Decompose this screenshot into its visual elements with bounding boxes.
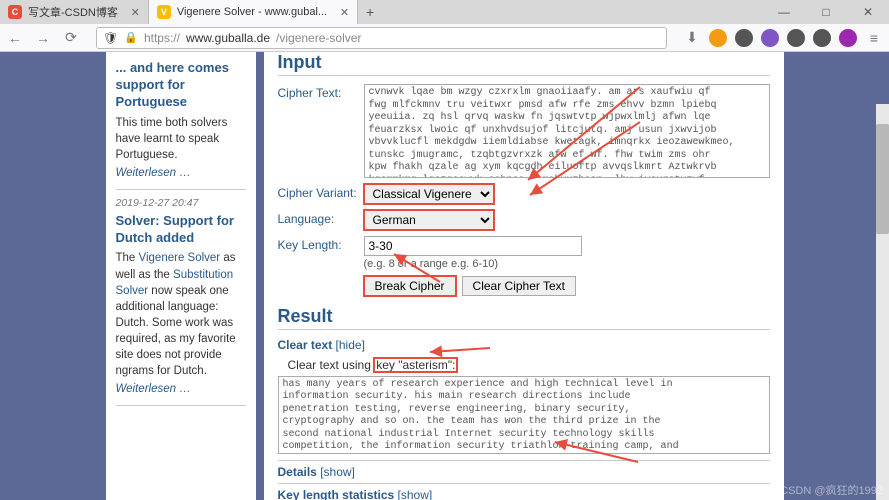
- show-link[interactable]: [show]: [320, 465, 355, 479]
- guballa-favicon: V: [157, 5, 171, 19]
- sidebar: ... and here comes support for Portugues…: [106, 52, 256, 500]
- page-viewport: ... and here comes support for Portugues…: [0, 52, 889, 500]
- input-heading: Input: [278, 52, 770, 76]
- key-value: key "asterism":: [374, 358, 457, 372]
- shield-icon: 🛡: [103, 31, 118, 45]
- reload-button[interactable]: ⟳: [62, 29, 80, 46]
- post-title[interactable]: ... and here comes support for Portugues…: [116, 60, 246, 111]
- result-heading: Result: [278, 306, 770, 330]
- url-bar[interactable]: 🛡 🔒 https:// www.guballa.de/vigenere-solv…: [96, 27, 667, 49]
- browser-titlebar: C 写文章-CSDN博客 ✕ V Vigenere Solver - www.g…: [0, 0, 889, 24]
- clear-text-output[interactable]: has many years of research experience an…: [278, 376, 770, 454]
- post-title[interactable]: Solver: Support for Dutch added: [116, 213, 246, 247]
- back-button[interactable]: ←: [6, 30, 24, 46]
- toolbar-icons: ⬇ ≡: [683, 29, 883, 47]
- minimize-button[interactable]: —: [763, 5, 805, 19]
- close-icon[interactable]: ✕: [131, 6, 140, 19]
- tab-label: Vigenere Solver - www.gubal...: [177, 6, 327, 18]
- post-date: 2019-12-27 20:47: [116, 196, 246, 211]
- close-icon[interactable]: ✕: [340, 6, 349, 19]
- cipher-text-input[interactable]: cvnwvk lqae bm wzgy czxrxlm gnaoiiaafy. …: [364, 84, 770, 178]
- language-select[interactable]: German: [364, 210, 494, 230]
- forward-button[interactable]: →: [34, 30, 52, 46]
- menu-icon[interactable]: ≡: [865, 30, 883, 46]
- tab-label: 写文章-CSDN博客: [28, 4, 118, 20]
- divider: [116, 405, 246, 406]
- clear-text-header: Clear text [hide]: [278, 338, 770, 352]
- details-header: Details [show]: [278, 460, 770, 479]
- keylen-label: Key Length:: [278, 236, 364, 252]
- browser-toolbar: ← → ⟳ 🛡 🔒 https:// www.guballa.de/vigener…: [0, 24, 889, 52]
- show-link[interactable]: [show]: [398, 488, 433, 500]
- url-host: www.guballa.de: [186, 31, 270, 45]
- divider: [116, 189, 246, 190]
- lock-icon: 🔒: [124, 31, 138, 44]
- post-body: This time both solvers have learnt to sp…: [116, 115, 246, 163]
- keylen-hint: (e.g. 8 or a range e.g. 6-10): [364, 258, 582, 270]
- variant-select[interactable]: Classical Vigenere: [364, 184, 494, 204]
- scrollbar-thumb[interactable]: [876, 124, 889, 234]
- hide-link[interactable]: [hide]: [336, 338, 365, 352]
- clear-cipher-button[interactable]: Clear Cipher Text: [462, 276, 576, 296]
- ext-icon-2[interactable]: [735, 29, 753, 47]
- clear-text-key-line: Clear text using key "asterism":: [288, 358, 770, 372]
- maximize-button[interactable]: □: [805, 5, 847, 19]
- ext-icon-6[interactable]: [839, 29, 857, 47]
- read-more-link[interactable]: Weiterlesen …: [116, 167, 246, 179]
- ext-icon-4[interactable]: [787, 29, 805, 47]
- ext-icon-5[interactable]: [813, 29, 831, 47]
- tab-1[interactable]: C 写文章-CSDN博客 ✕: [0, 0, 149, 24]
- ext-icon-3[interactable]: [761, 29, 779, 47]
- window-controls: — □ ✕: [763, 5, 889, 19]
- variant-label: Cipher Variant:: [278, 184, 364, 200]
- keystats-header: Key length statistics [show]: [278, 483, 770, 500]
- download-icon[interactable]: ⬇: [683, 29, 701, 46]
- url-protocol: https://: [144, 31, 180, 45]
- new-tab-button[interactable]: +: [358, 4, 382, 20]
- vigenere-solver-link[interactable]: Vigenere Solver: [139, 252, 221, 264]
- break-cipher-button[interactable]: Break Cipher: [364, 276, 456, 296]
- watermark: CSDN @疯狂的1992: [780, 482, 883, 498]
- cipher-text-label: Cipher Text:: [278, 84, 364, 100]
- post-body: The Vigenere Solver as well as the Subst…: [116, 250, 246, 379]
- language-label: Language:: [278, 210, 364, 226]
- tab-2[interactable]: V Vigenere Solver - www.gubal... ✕: [149, 0, 358, 24]
- read-more-link[interactable]: Weiterlesen …: [116, 383, 246, 395]
- csdn-favicon: C: [8, 5, 22, 19]
- scrollbar-track[interactable]: [876, 104, 889, 500]
- url-path: /vigenere-solver: [276, 31, 361, 45]
- keylen-input[interactable]: [364, 236, 582, 256]
- close-button[interactable]: ✕: [847, 5, 889, 19]
- ext-icon-1[interactable]: [709, 29, 727, 47]
- main-content: Input Cipher Text: cvnwvk lqae bm wzgy c…: [264, 52, 784, 500]
